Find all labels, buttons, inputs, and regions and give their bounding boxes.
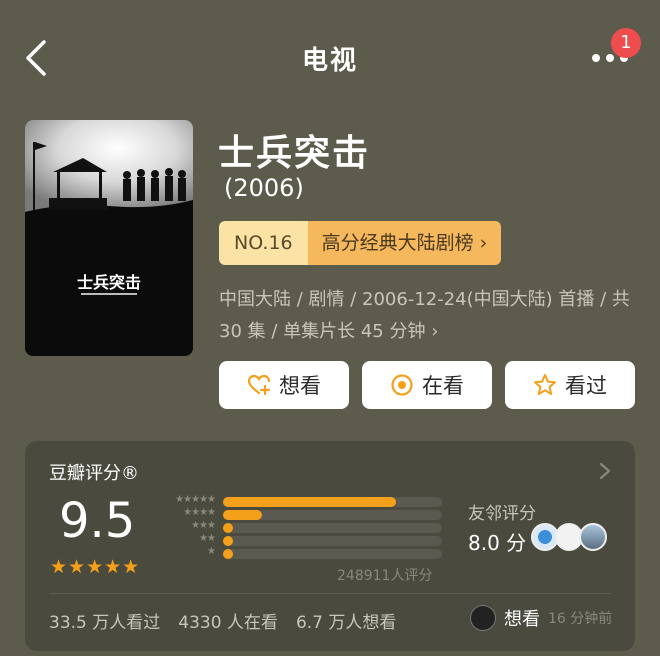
ranking-badge[interactable]: NO.16 高分经典大陆剧榜 ›: [219, 221, 502, 265]
rating-stars: ★★★★★: [50, 556, 141, 578]
watched-count: 33.5 万人看过: [49, 613, 161, 633]
rating-title: 豆瓣评分®: [49, 463, 139, 484]
star-icon: [534, 374, 556, 395]
watching-label: 在看: [422, 374, 464, 398]
recent-activity[interactable]: 想看 16 分钟前: [470, 605, 612, 631]
meta-line-2: 30 集 / 单集片长 45 分钟 ›: [219, 321, 439, 342]
more-dot-icon: [606, 54, 614, 62]
friend-rating-label: 友邻评分: [468, 504, 536, 524]
watched-button[interactable]: 看过: [505, 361, 635, 409]
poster-image[interactable]: 士兵突击: [25, 120, 193, 356]
heart-plus-icon: [247, 374, 271, 396]
watching-button[interactable]: 在看: [362, 361, 492, 409]
recent-time: 16 分钟前: [548, 611, 613, 627]
distribution-fill: [223, 497, 396, 507]
poster-art: 士兵突击: [25, 120, 193, 356]
friend-avatars[interactable]: [531, 523, 607, 551]
watching-count: 4330 人在看: [178, 613, 278, 633]
recent-action: 想看: [504, 609, 540, 630]
avatar: [579, 523, 607, 551]
distribution-fill: [223, 523, 233, 533]
watched-label: 看过: [565, 374, 607, 398]
distribution-stars: ★★★★★: [175, 494, 216, 505]
page-title: 电视: [301, 46, 358, 76]
rating-count: 248911人评分: [337, 568, 433, 584]
avatar: [470, 605, 496, 631]
show-year: (2006): [224, 174, 304, 202]
rating-card[interactable]: 豆瓣评分® 9.5 ★★★★★ ★★★★★ ★★★★ ★★★ ★★ ★ 248911人评…: [25, 441, 635, 651]
wish-count: 6.7 万人想看: [295, 613, 397, 633]
action-buttons: 想看 在看 看过: [219, 361, 635, 409]
rating-score: 9.5: [59, 493, 136, 549]
friend-rating-score: 8.0 分: [468, 531, 527, 555]
meta-line-1: 中国大陆 / 剧情 / 2006-12-24(中国大陆) 首播 / 共: [219, 289, 630, 310]
show-title: 士兵突击: [218, 133, 371, 174]
want-to-watch-button[interactable]: 想看: [219, 361, 349, 409]
rank-list-name: 高分经典大陆剧榜 ›: [307, 221, 502, 265]
distribution-stars: ★★: [199, 533, 216, 544]
chevron-right-icon[interactable]: [598, 461, 612, 481]
distribution-track: [223, 510, 442, 520]
target-icon: [391, 374, 413, 396]
more-dot-icon: [592, 54, 600, 62]
distribution-track: [223, 523, 442, 533]
poster-title: 士兵突击: [77, 273, 141, 292]
distribution-track: [223, 497, 442, 507]
top-bar: 电视 1: [0, 0, 660, 110]
distribution-stars: ★★★: [191, 520, 216, 531]
distribution-stars: ★: [207, 546, 216, 557]
distribution-fill: [223, 510, 263, 520]
distribution-track: [223, 536, 442, 546]
distribution-stars: ★★★★: [183, 507, 216, 518]
divider: [49, 593, 611, 594]
distribution-track: [223, 549, 442, 559]
want-to-watch-label: 想看: [279, 374, 321, 398]
distribution-fill: [223, 536, 233, 546]
watch-stats: 33.5 万人看过 4330 人在看 6.7 万人想看: [49, 608, 396, 633]
rank-number: NO.16: [219, 221, 308, 265]
distribution-fill: [223, 549, 233, 559]
notification-badge: 1: [611, 28, 641, 58]
show-meta[interactable]: 中国大陆 / 剧情 / 2006-12-24(中国大陆) 首播 / 共 30 集…: [219, 284, 639, 348]
